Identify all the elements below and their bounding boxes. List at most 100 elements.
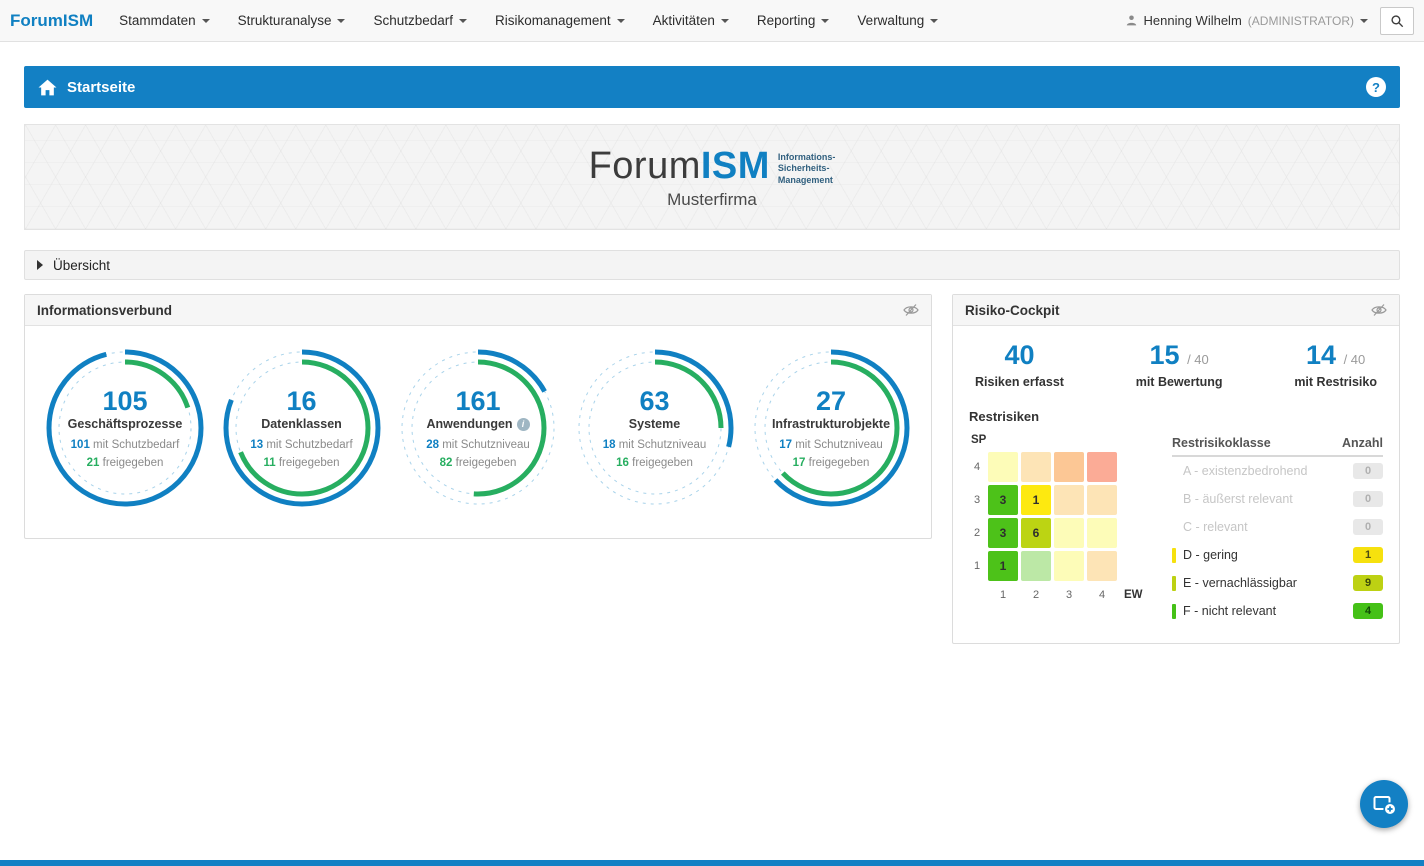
user-role: (ADMINISTRATOR) xyxy=(1248,14,1354,28)
search-button[interactable] xyxy=(1380,7,1414,35)
menu-verwaltung[interactable]: Verwaltung xyxy=(857,13,938,28)
app-logo[interactable]: ForumISM xyxy=(10,11,93,31)
menu-schutzbedarf[interactable]: Schutzbedarf xyxy=(373,13,467,28)
matrix-cell[interactable] xyxy=(1087,518,1117,548)
panel-informationsverbund: Informationsverbund 105 Geschäftsprozess… xyxy=(24,294,932,539)
gauge-label: Infrastrukturobjekte xyxy=(772,417,890,431)
column-restrisikoklasse: Restrisikoklasse xyxy=(1172,436,1271,450)
risk-class-row-a[interactable]: A - existenzbedrohend 0 xyxy=(1172,457,1383,485)
hide-panel-icon[interactable] xyxy=(1371,302,1387,318)
gauge-label: Anwendungeni xyxy=(426,417,529,431)
panel-risiko-cockpit: Risiko-Cockpit 40 Risiken erfasst 15 / 4… xyxy=(952,294,1400,644)
restrisiken-heading: Restrisiken xyxy=(953,401,1399,434)
matrix-cell[interactable] xyxy=(1054,518,1084,548)
gauge-value: 63 xyxy=(639,387,669,417)
gauge-infrastrukturobjekte[interactable]: 27 Infrastrukturobjekte 17 mit Schutzniv… xyxy=(747,344,915,512)
navbar-right: Henning Wilhelm (ADMINISTRATOR) xyxy=(1125,7,1414,35)
main-menu: Stammdaten Strukturanalyse Schutzbedarf … xyxy=(119,13,1124,28)
matrix-cell[interactable] xyxy=(1021,452,1051,482)
caret-down-icon xyxy=(721,19,729,23)
class-color-bar xyxy=(1172,492,1176,507)
risk-class-row-f[interactable]: F - nicht relevant 4 xyxy=(1172,597,1383,625)
column-anzahl: Anzahl xyxy=(1342,436,1383,450)
caret-down-icon xyxy=(459,19,467,23)
overview-collapse-bar[interactable]: Übersicht xyxy=(24,250,1400,280)
risk-classes-table: Restrisikoklasse Anzahl A - existenzbedr… xyxy=(1172,434,1383,625)
risk-class-row-b[interactable]: B - äußerst relevant 0 xyxy=(1172,485,1383,513)
x-axis-label: EW xyxy=(1120,589,1150,609)
quick-add-button[interactable] xyxy=(1360,780,1408,828)
class-color-bar xyxy=(1172,520,1176,535)
expand-arrow-icon xyxy=(37,260,43,270)
help-icon[interactable]: ? xyxy=(1366,77,1386,97)
home-icon[interactable] xyxy=(38,79,57,96)
stat-risiken-erfasst: 40 Risiken erfasst xyxy=(975,342,1064,389)
menu-reporting[interactable]: Reporting xyxy=(757,13,830,28)
matrix-cell[interactable]: 3 xyxy=(988,485,1018,515)
risk-class-row-c[interactable]: C - relevant 0 xyxy=(1172,513,1383,541)
top-navbar: ForumISM Stammdaten Strukturanalyse Schu… xyxy=(0,0,1424,42)
gauge-value: 16 xyxy=(286,387,316,417)
gauge-datenklassen[interactable]: 16 Datenklassen 13 mit Schutzbedarf 11 f… xyxy=(218,344,386,512)
gauge-systeme[interactable]: 63 Systeme 18 mit Schutzniveau 16 freige… xyxy=(571,344,739,512)
hero-banner: ForumISM Informations- Sicherheits- Mana… xyxy=(24,124,1400,230)
hero-tagline: Informations- Sicherheits- Management xyxy=(778,152,836,187)
gauge-label: Datenklassen xyxy=(261,417,342,431)
matrix-cell[interactable]: 6 xyxy=(1021,518,1051,548)
class-color-bar xyxy=(1172,576,1176,591)
class-color-bar xyxy=(1172,604,1176,619)
count-badge: 1 xyxy=(1353,547,1383,563)
panel-title: Risiko-Cockpit xyxy=(965,303,1060,318)
menu-stammdaten[interactable]: Stammdaten xyxy=(119,13,210,28)
matrix-cell[interactable]: 1 xyxy=(1021,485,1051,515)
user-menu[interactable]: Henning Wilhelm (ADMINISTRATOR) xyxy=(1125,13,1368,28)
count-badge: 0 xyxy=(1353,463,1383,479)
caret-down-icon xyxy=(617,19,625,23)
class-color-bar xyxy=(1172,548,1176,563)
count-badge: 0 xyxy=(1353,519,1383,535)
info-icon[interactable]: i xyxy=(517,418,530,431)
caret-down-icon xyxy=(821,19,829,23)
class-color-bar xyxy=(1172,464,1176,479)
caret-down-icon xyxy=(1360,19,1368,23)
gauge-value: 27 xyxy=(816,387,846,417)
count-badge: 0 xyxy=(1353,491,1383,507)
matrix-cell[interactable] xyxy=(1054,485,1084,515)
gauge-row: 105 Geschäftsprozesse 101 mit Schutzbeda… xyxy=(25,326,931,538)
gauge-label: Geschäftsprozesse xyxy=(68,417,183,431)
count-badge: 9 xyxy=(1353,575,1383,591)
user-icon xyxy=(1125,14,1138,27)
risk-class-row-e[interactable]: E - vernachlässigbar 9 xyxy=(1172,569,1383,597)
menu-strukturanalyse[interactable]: Strukturanalyse xyxy=(238,13,346,28)
add-note-icon xyxy=(1371,791,1397,817)
gauge-value: 161 xyxy=(455,387,500,417)
matrix-cell[interactable] xyxy=(1087,551,1117,581)
y-axis-label: SP xyxy=(971,434,1150,446)
caret-down-icon xyxy=(202,19,210,23)
matrix-cell[interactable] xyxy=(1021,551,1051,581)
menu-risikomanagement[interactable]: Risikomanagement xyxy=(495,13,625,28)
matrix-cell[interactable]: 3 xyxy=(988,518,1018,548)
matrix-cell[interactable] xyxy=(988,452,1018,482)
page-header-bar: Startseite ? xyxy=(24,66,1400,108)
user-name: Henning Wilhelm xyxy=(1144,13,1242,28)
company-name: Musterfirma xyxy=(667,190,757,210)
gauge-anwendungen[interactable]: 161 Anwendungeni 28 mit Schutzniveau 82 … xyxy=(394,344,562,512)
matrix-cell[interactable]: 1 xyxy=(988,551,1018,581)
matrix-cell[interactable] xyxy=(1054,551,1084,581)
caret-down-icon xyxy=(337,19,345,23)
count-badge: 4 xyxy=(1353,603,1383,619)
gauge-value: 105 xyxy=(102,387,147,417)
gauge-label: Systeme xyxy=(629,417,680,431)
matrix-cell[interactable] xyxy=(1087,485,1117,515)
stat-mit-bewertung: 15 / 40 mit Bewertung xyxy=(1136,342,1223,389)
menu-aktivitaeten[interactable]: Aktivitäten xyxy=(653,13,729,28)
risk-stats: 40 Risiken erfasst 15 / 40 mit Bewertung… xyxy=(953,326,1399,401)
matrix-cell[interactable] xyxy=(1087,452,1117,482)
stat-mit-restrisiko: 14 / 40 mit Restrisiko xyxy=(1294,342,1377,389)
risk-matrix: SP 4 3 3 1 2 3 6 xyxy=(969,434,1150,625)
risk-class-row-d[interactable]: D - gering 1 xyxy=(1172,541,1383,569)
hide-panel-icon[interactable] xyxy=(903,302,919,318)
matrix-cell[interactable] xyxy=(1054,452,1084,482)
gauge-geschaeftsprozesse[interactable]: 105 Geschäftsprozesse 101 mit Schutzbeda… xyxy=(41,344,209,512)
